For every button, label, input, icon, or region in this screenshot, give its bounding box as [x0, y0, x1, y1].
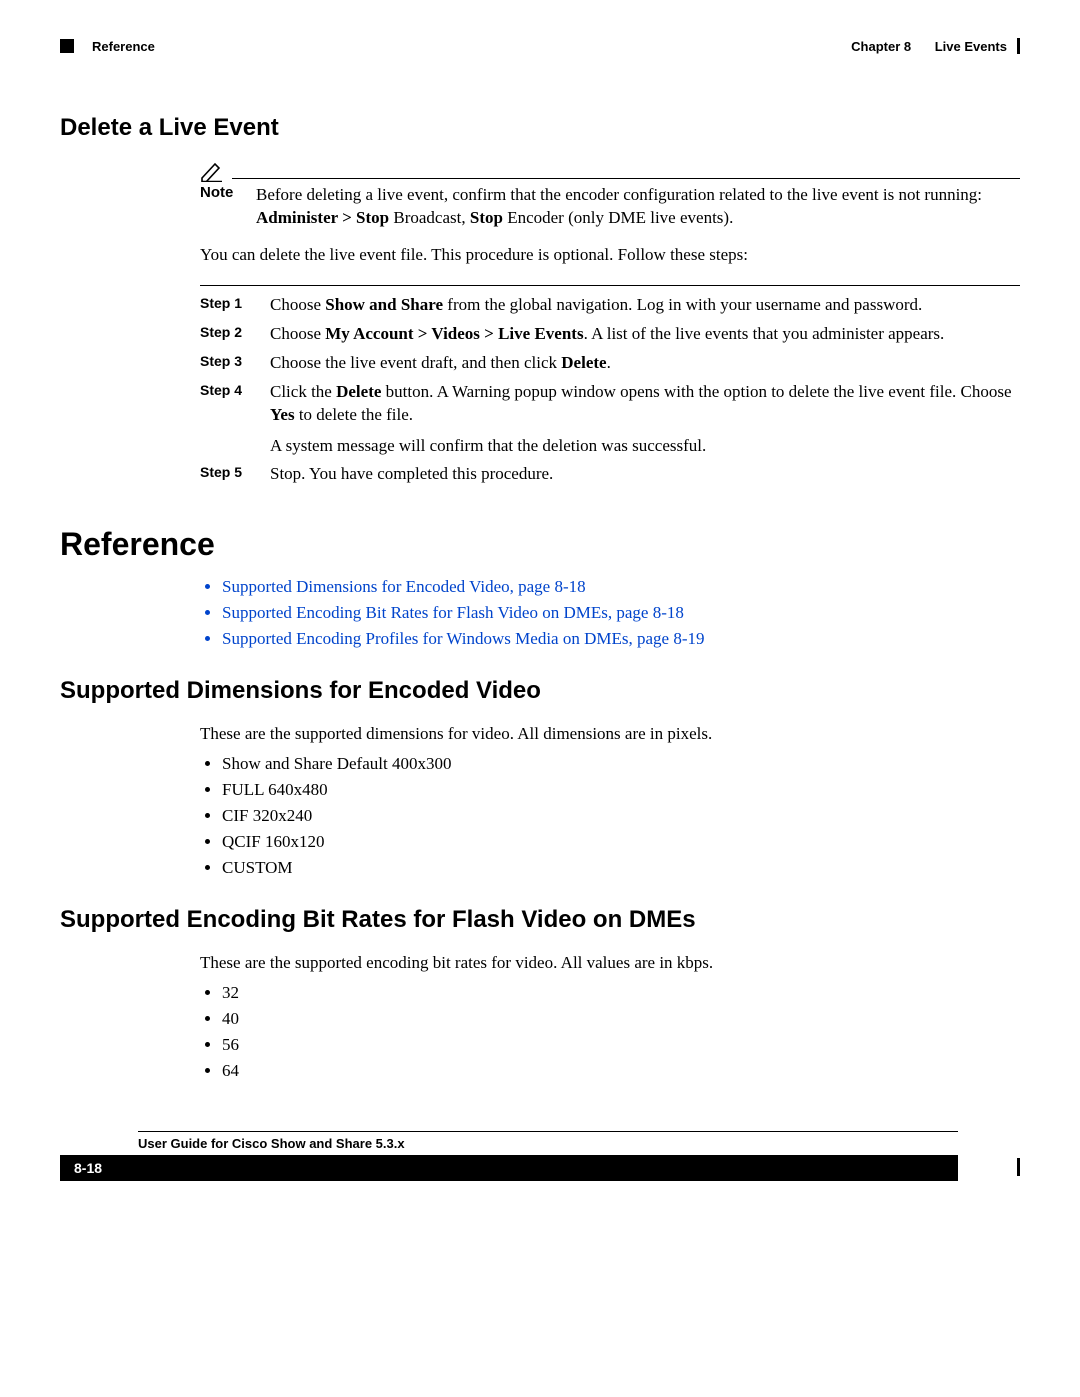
note-block: Note Before deleting a live event, confi…: [200, 160, 1020, 230]
step-label: Step 4: [200, 381, 254, 458]
divider: [200, 285, 1020, 286]
ref-link[interactable]: Supported Encoding Bit Rates for Flash V…: [222, 603, 684, 622]
header-section: Reference: [92, 39, 155, 54]
header-square-icon: [60, 39, 74, 53]
reference-links: Supported Dimensions for Encoded Video, …: [200, 577, 1020, 649]
step-row: Step 4 Click the Delete button. A Warnin…: [200, 381, 1020, 458]
step-label: Step 5: [200, 463, 254, 486]
ref-link[interactable]: Supported Dimensions for Encoded Video, …: [222, 577, 586, 596]
heading-delete-event: Delete a Live Event: [60, 114, 1020, 142]
list-item: CUSTOM: [222, 858, 1020, 878]
step-label: Step 2: [200, 323, 254, 346]
step-row: Step 5 Stop. You have completed this pro…: [200, 463, 1020, 486]
step-row: Step 1 Choose Show and Share from the gl…: [200, 294, 1020, 317]
note-label: Note: [200, 184, 240, 201]
step-text: Choose the live event draft, and then cl…: [270, 352, 1020, 375]
step-text: Choose Show and Share from the global na…: [270, 294, 1020, 317]
pencil-icon: [200, 160, 224, 182]
heading-dimensions: Supported Dimensions for Encoded Video: [60, 677, 1020, 705]
page-footer: User Guide for Cisco Show and Share 5.3.…: [60, 1131, 1020, 1181]
list-item: 64: [222, 1061, 1020, 1081]
step-label: Step 3: [200, 352, 254, 375]
header-bar-icon: [1017, 38, 1020, 54]
dimensions-list: Show and Share Default 400x300 FULL 640x…: [200, 754, 1020, 878]
header-chapter-label: Chapter 8: [851, 39, 911, 54]
list-item: Show and Share Default 400x300: [222, 754, 1020, 774]
step-text: Choose My Account > Videos > Live Events…: [270, 323, 1020, 346]
list-item: 32: [222, 983, 1020, 1003]
step-row: Step 2 Choose My Account > Videos > Live…: [200, 323, 1020, 346]
step-label: Step 1: [200, 294, 254, 317]
step-text: Stop. You have completed this procedure.: [270, 463, 1020, 486]
list-item: QCIF 160x120: [222, 832, 1020, 852]
footer-bar-icon: [1017, 1158, 1020, 1176]
step-row: Step 3 Choose the live event draft, and …: [200, 352, 1020, 375]
list-item: 56: [222, 1035, 1020, 1055]
header-chapter-title: Live Events: [935, 39, 1007, 54]
list-item: CIF 320x240: [222, 806, 1020, 826]
page-number: 8-18: [60, 1155, 958, 1181]
heading-reference: Reference: [60, 526, 1020, 563]
bitrates-intro: These are the supported encoding bit rat…: [200, 952, 1020, 975]
delete-intro: You can delete the live event file. This…: [200, 244, 1020, 267]
bitrates-list: 32 40 56 64: [200, 983, 1020, 1081]
step-text: Click the Delete button. A Warning popup…: [270, 381, 1020, 458]
ref-link[interactable]: Supported Encoding Profiles for Windows …: [222, 629, 705, 648]
list-item: 40: [222, 1009, 1020, 1029]
list-item: FULL 640x480: [222, 780, 1020, 800]
page-header: Reference Chapter 8 Live Events: [60, 38, 1020, 54]
heading-bitrates: Supported Encoding Bit Rates for Flash V…: [60, 906, 1020, 934]
dimensions-intro: These are the supported dimensions for v…: [200, 723, 1020, 746]
footer-guide: User Guide for Cisco Show and Share 5.3.…: [138, 1136, 958, 1151]
note-text: Before deleting a live event, confirm th…: [256, 184, 1020, 230]
